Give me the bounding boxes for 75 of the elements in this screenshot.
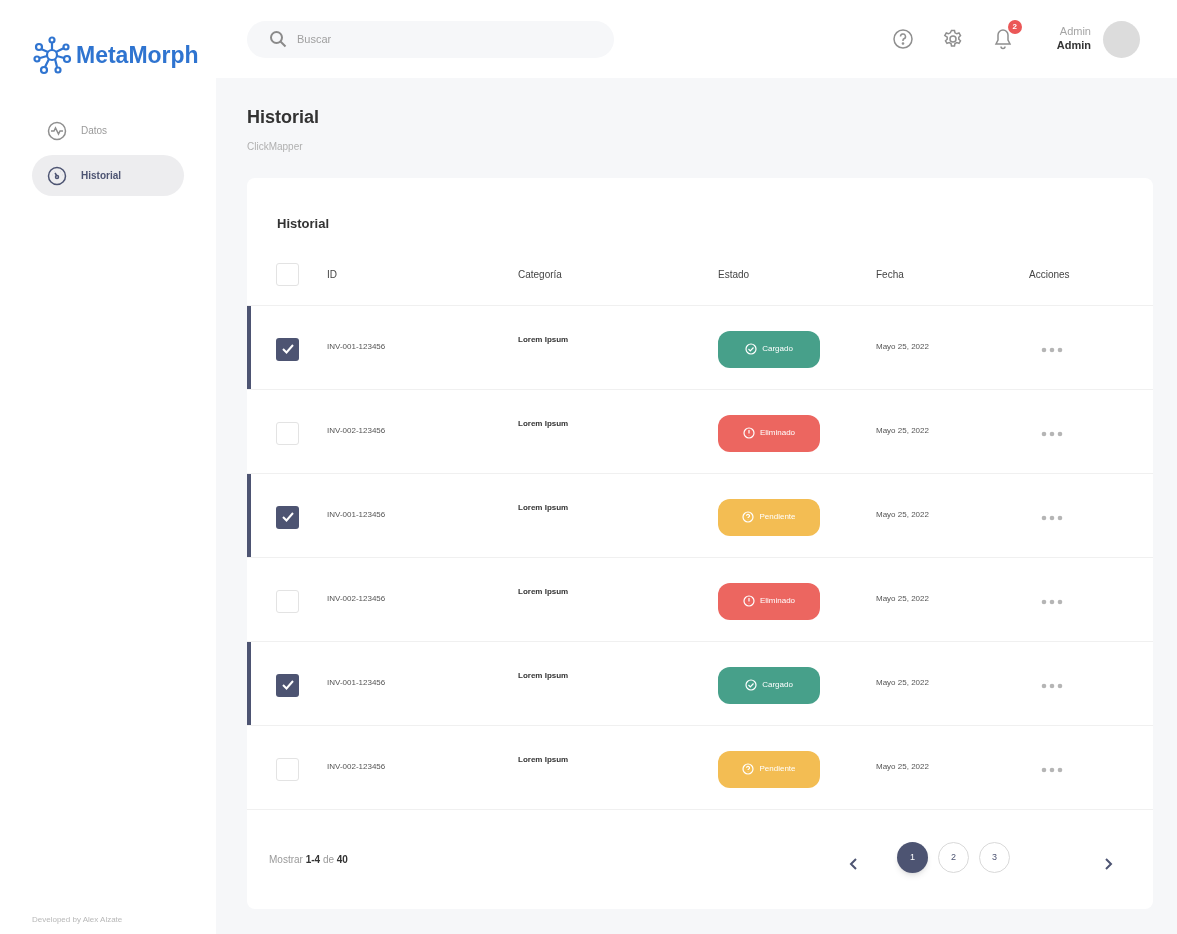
page-button[interactable]: 1 [897, 841, 928, 873]
logo-icon [32, 35, 72, 75]
pulse-icon [47, 120, 67, 141]
table-cell: Mayo 25, 2022 [876, 678, 929, 687]
table-title: Historial [276, 215, 330, 233]
table-cell: Lorem Ipsum [518, 334, 569, 344]
check-circle-icon [745, 679, 758, 691]
checkbox[interactable] [276, 262, 299, 286]
checkbox[interactable] [276, 673, 299, 697]
pagination-summary: Mostrar 1-4 de 40 [269, 852, 349, 867]
page-button[interactable]: 2 [938, 841, 969, 873]
more-icon[interactable] [1041, 767, 1063, 773]
more-icon[interactable] [1041, 347, 1063, 353]
table-cell: INV-001-123456 [327, 678, 386, 687]
page-button[interactable]: 3 [979, 841, 1010, 873]
table-cell: Mayo 25, 2022 [876, 594, 929, 603]
column-header: Fecha [876, 267, 905, 282]
footer-text: Developed by Alex Alzate [31, 914, 124, 926]
status-badge: Eliminado [718, 582, 820, 620]
user-role: Admin [1059, 25, 1091, 39]
check-icon [280, 510, 295, 524]
user-name: Admin [1056, 39, 1091, 53]
more-icon[interactable] [1041, 599, 1063, 605]
page-title: Historial [247, 106, 321, 129]
sidebar-item[interactable]: Historial [32, 155, 184, 196]
alert-circle-icon [742, 427, 755, 439]
alert-circle-icon [742, 595, 755, 607]
checkbox[interactable] [276, 505, 299, 529]
gauge-icon [47, 165, 67, 186]
column-header: Estado [718, 267, 751, 282]
table-cell: Lorem Ipsum [518, 502, 569, 512]
checkbox[interactable] [276, 421, 299, 445]
table-cell: Mayo 25, 2022 [876, 762, 929, 771]
check-circle-icon [745, 343, 758, 355]
more-icon[interactable] [1041, 683, 1063, 689]
table-cell: INV-002-123456 [327, 594, 386, 603]
question-circle-icon [742, 511, 755, 523]
table-cell: Lorem Ipsum [518, 670, 569, 680]
check-icon [280, 342, 295, 356]
logo-text: MetaMorph [76, 40, 199, 70]
question-circle-icon [742, 763, 755, 775]
status-badge: Cargado [718, 666, 820, 704]
table-cell: Mayo 25, 2022 [876, 342, 929, 351]
table-cell: INV-001-123456 [327, 342, 386, 351]
checkbox[interactable] [276, 757, 299, 781]
status-badge: Eliminado [718, 414, 820, 452]
status-badge: Cargado [718, 330, 820, 368]
search-icon [269, 29, 287, 48]
more-icon[interactable] [1041, 515, 1063, 521]
avatar[interactable] [1103, 20, 1140, 58]
table-cell: INV-002-123456 [327, 426, 386, 435]
settings-icon[interactable] [942, 29, 963, 49]
more-icon[interactable] [1041, 431, 1063, 437]
column-header: ID [327, 267, 338, 282]
column-header: Categoría [518, 267, 563, 282]
help-icon[interactable] [892, 29, 913, 49]
table-cell: Mayo 25, 2022 [876, 426, 929, 435]
checkbox[interactable] [276, 589, 299, 613]
previous-page-icon[interactable] [849, 857, 859, 872]
status-badge: Pendiente [718, 750, 820, 788]
table-cell: Lorem Ipsum [518, 754, 569, 764]
table-cell: Lorem Ipsum [518, 586, 569, 596]
search-field[interactable]: Buscar [247, 20, 614, 58]
table-cell: Lorem Ipsum [518, 418, 569, 428]
table-cell: INV-001-123456 [327, 510, 386, 519]
check-icon [280, 678, 295, 692]
page-subtitle: ClickMapper [247, 140, 304, 154]
checkbox[interactable] [276, 337, 299, 361]
table-cell: Mayo 25, 2022 [876, 510, 929, 519]
notification-icon[interactable] [992, 28, 1013, 50]
next-page-icon[interactable] [1103, 857, 1113, 872]
notification-badge: 2 [1007, 20, 1022, 34]
status-badge: Pendiente [718, 498, 820, 536]
column-header: Acciones [1029, 267, 1071, 282]
table-cell: INV-002-123456 [327, 762, 386, 771]
